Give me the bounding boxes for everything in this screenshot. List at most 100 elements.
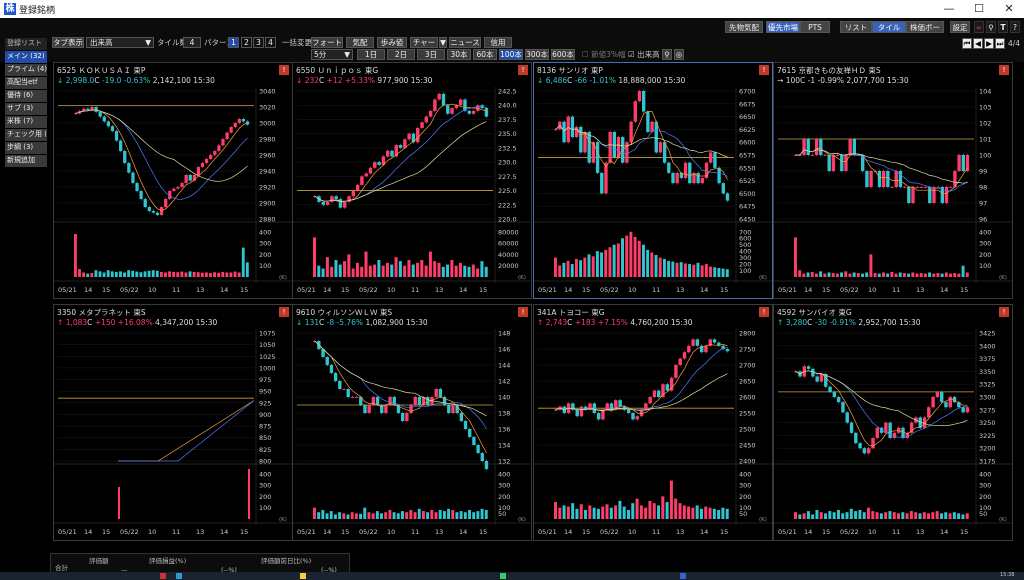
quote-button[interactable]: 気配 xyxy=(346,37,374,48)
sidebar-item-sub[interactable]: サブ (3) xyxy=(5,103,47,115)
sidebar-item-high-dividend[interactable]: 高配当etf xyxy=(5,77,47,89)
stock-name[interactable]: Ｕｎｉｐｏｓ xyxy=(317,66,362,75)
candle xyxy=(683,162,688,179)
period-600-button[interactable]: 600本 xyxy=(551,49,575,60)
trade-volume: 977,900 xyxy=(377,76,409,85)
price-chart[interactable]: 104 103 102 101 100 99 98 97 96 400 300 200 100 (K) 05… xyxy=(774,87,1012,298)
candle xyxy=(360,176,364,185)
alert-icon[interactable]: ! xyxy=(759,307,769,317)
credit-button[interactable]: 信用 xyxy=(484,37,512,48)
period-300-button[interactable]: 300本 xyxy=(525,49,549,60)
app-taskbar-icon[interactable] xyxy=(300,573,306,579)
sidebar-item-prime[interactable]: プライム (4) xyxy=(5,64,47,76)
alert-icon[interactable]: ! xyxy=(999,307,1009,317)
alert-icon[interactable]: ! xyxy=(999,65,1009,75)
close-button[interactable]: ✕ xyxy=(994,0,1024,18)
pts-button[interactable]: PTS xyxy=(800,21,830,33)
fort-button[interactable]: フォート xyxy=(311,37,343,48)
sidebar-item-main[interactable]: メイン (32) xyxy=(5,51,47,63)
period-60-button[interactable]: 60本 xyxy=(473,49,497,60)
candle xyxy=(654,121,658,153)
sidebar-item-benefits[interactable]: 優待 (6) xyxy=(5,90,47,102)
stock-name[interactable]: トヨコー xyxy=(559,308,589,317)
period-2d-button[interactable]: 2日 xyxy=(387,49,415,60)
pattern-3-button[interactable]: 3 xyxy=(253,37,264,48)
zoom-icon[interactable]: ⚲ xyxy=(662,49,672,60)
sort-select[interactable]: 出来高 ▼ xyxy=(86,37,154,48)
stock-tile[interactable]: 7615 京都きもの友禅ＨＤ 東S! → 100C -1 -0.99% 2,077… xyxy=(773,62,1013,299)
news-button[interactable]: ニュース xyxy=(449,37,481,48)
app-taskbar-icon[interactable] xyxy=(680,573,686,579)
add-list-button[interactable]: 新規追加 xyxy=(5,155,47,167)
candle xyxy=(375,397,380,405)
x-tick-label: 05/22 xyxy=(840,528,859,536)
tile-view-button[interactable]: タイル xyxy=(872,21,906,33)
tick-button[interactable]: 歩み値 xyxy=(377,37,407,48)
price-chart[interactable]: 3040 3020 3000 2980 2960 2940 2920 2900 2880 400 3… xyxy=(54,87,292,298)
alert-icon[interactable]: ! xyxy=(759,65,769,75)
sidebar-item-other[interactable]: 步綱 (3) xyxy=(5,142,47,154)
price-chart[interactable]: 6700 6675 6650 6625 6600 6575 6550 6525 6500 6475… xyxy=(534,87,772,298)
pattern-1-button[interactable]: 1 xyxy=(228,37,239,48)
app-taskbar-icon[interactable] xyxy=(160,573,166,579)
alert-icon[interactable]: ! xyxy=(518,65,528,75)
next-page-icon[interactable]: ▶ xyxy=(984,38,994,49)
stock-tile[interactable]: 341A トヨコー 東G! ↑ 2,743C +183 +7.15% 4,760,… xyxy=(533,304,773,541)
volume-bar xyxy=(350,512,354,519)
link-icon[interactable]: ∞ xyxy=(974,21,984,33)
pattern-4-button[interactable]: 4 xyxy=(265,37,276,48)
alert-icon[interactable]: ! xyxy=(279,307,289,317)
stock-name[interactable]: ＫＯＫＵＳＡＩ xyxy=(78,66,131,75)
volume-bar xyxy=(909,511,913,519)
stock-tile[interactable]: 6525 ＫＯＫＵＳＡＩ 東P! ↓ 2,998.0C -19.0 -0.63% … xyxy=(53,62,293,299)
priority-market-button[interactable]: 優先市場 xyxy=(766,21,800,33)
sidebar-item-check[interactable]: チェック用 ( xyxy=(5,129,47,141)
search-icon[interactable]: ⚲ xyxy=(986,21,996,33)
stock-name[interactable]: サンリオ xyxy=(558,66,588,75)
price-chart[interactable]: 2800 2750 2700 2650 2600 2550 2500 2450 2400 400 3… xyxy=(534,329,772,540)
price-chart[interactable]: 148 146 144 142 140 138 136 134 132 400 300 200 10 05… xyxy=(293,329,531,540)
minimize-button[interactable]: — xyxy=(934,0,964,18)
list-view-button[interactable]: リスト xyxy=(840,21,872,33)
stock-board-button[interactable]: 株価ボード xyxy=(906,21,944,44)
period-100-button[interactable]: 100本 xyxy=(499,49,523,60)
stock-name[interactable]: ウィルソンＷＬＷ xyxy=(317,308,377,317)
prev-page-icon[interactable]: ◀ xyxy=(973,38,983,49)
stock-tile[interactable]: 9610 ウィルソンＷＬＷ 東S! ↓ 131C -8 -5.76% 1,082,… xyxy=(292,304,532,541)
stock-tile[interactable]: 4592 サンバイオ 東G! ↑ 3,280C -30 -0.91% 2,952,… xyxy=(773,304,1013,541)
chart-dropdown-icon[interactable]: ▼ xyxy=(439,37,447,48)
stock-tile[interactable]: 8136 サンリオ 東P! ↓ 6,486C -66 -1.01% 18,888,… xyxy=(533,62,773,299)
period-30-button[interactable]: 30本 xyxy=(447,49,471,60)
tab-display-button[interactable]: タブ表示 xyxy=(52,37,84,48)
volume-checkbox[interactable]: ☑ 出来高 xyxy=(628,49,660,60)
app-taskbar-icon[interactable] xyxy=(176,573,182,579)
first-page-icon[interactable]: ⏮ xyxy=(962,38,972,49)
chart-button[interactable]: チャート xyxy=(410,37,438,57)
futures-quote-button[interactable]: 先物気配 xyxy=(725,21,763,33)
stock-name[interactable]: サンバイオ xyxy=(798,308,836,317)
app-taskbar-icon[interactable] xyxy=(500,573,506,579)
text-icon[interactable]: T xyxy=(998,21,1008,33)
maximize-button[interactable]: ☐ xyxy=(964,0,994,18)
price-chart[interactable]: 1075 1050 1025 1000 975 950 925 900 875 850 825 800… xyxy=(54,329,292,540)
stock-name[interactable]: メタプラネット xyxy=(78,308,131,317)
ma-width-checkbox[interactable]: ☐ 節値3%幅 xyxy=(582,49,626,60)
reset-icon[interactable]: ◎ xyxy=(674,49,684,60)
stock-tile[interactable]: 3350 メタプラネット 東S! ↑ 1,083C +150 +16.08% 4,… xyxy=(53,304,293,541)
tile-count-stepper[interactable]: 4 xyxy=(183,37,201,48)
stock-tile[interactable]: 6550 Ｕｎｉｐｏｓ 東G! ↓ 232C +12 +5.33% 977,900… xyxy=(292,62,532,299)
price-chart[interactable]: 3425 3400 3375 3350 3325 3300 3275 3250 3225 3200… xyxy=(774,329,1012,540)
price-chart[interactable]: 242.5 240.0 237.5 235.0 232.5 230.0 227.5 225.0… xyxy=(293,87,531,298)
period-1d-button[interactable]: 1日 xyxy=(357,49,385,60)
interval-select[interactable]: 5分 ▼ xyxy=(311,49,353,60)
period-3d-button[interactable]: 3日 xyxy=(417,49,445,60)
stock-name[interactable]: 京都きもの友禅ＨＤ xyxy=(798,66,866,75)
help-icon[interactable]: ? xyxy=(1010,21,1020,33)
moving-average-line xyxy=(555,346,728,412)
settings-button[interactable]: 設定 xyxy=(950,21,970,33)
last-page-icon[interactable]: ⏭ xyxy=(995,38,1005,49)
alert-icon[interactable]: ! xyxy=(279,65,289,75)
pattern-2-button[interactable]: 2 xyxy=(241,37,252,48)
alert-icon[interactable]: ! xyxy=(518,307,528,317)
sidebar-item-us-stocks[interactable]: 米株 (7) xyxy=(5,116,47,128)
